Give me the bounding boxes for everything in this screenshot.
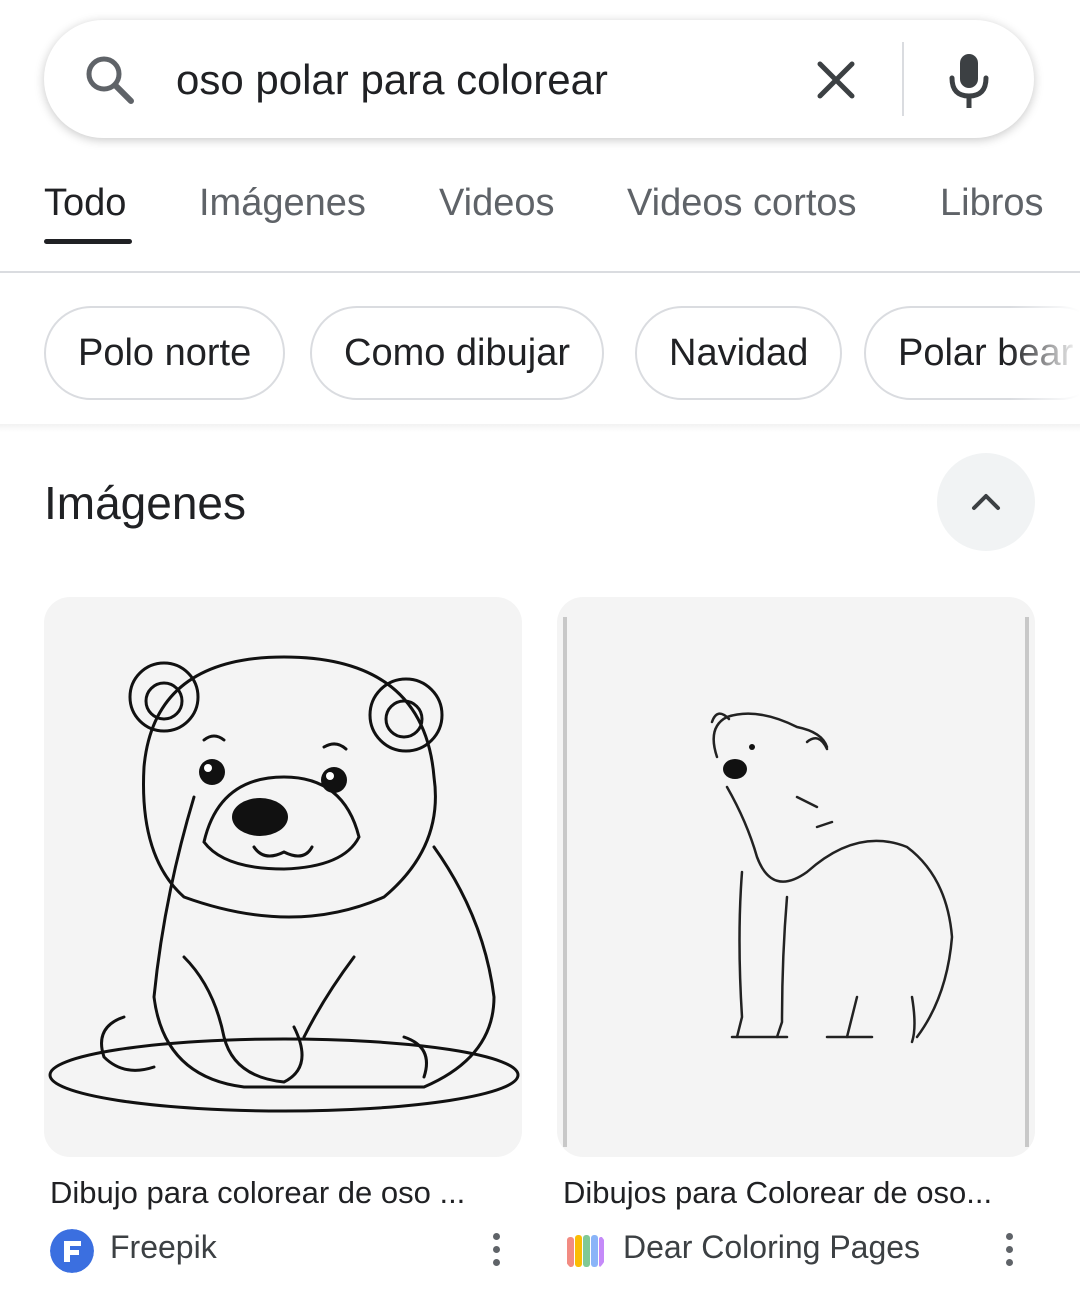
tab-videos[interactable]: Videos — [439, 182, 555, 225]
dear-coloring-pages-logo-icon — [567, 1235, 604, 1267]
chips-fade — [1010, 300, 1080, 406]
tab-imagenes[interactable]: Imágenes — [199, 182, 366, 225]
result-title-2[interactable]: Dibujos para Colorear de oso... — [563, 1175, 1033, 1211]
result-title-1[interactable]: Dibujo para colorear de oso ... — [50, 1175, 520, 1211]
search-input[interactable]: oso polar para colorear — [176, 56, 608, 104]
result-thumbnail-1[interactable] — [44, 597, 522, 1157]
microphone-icon[interactable] — [944, 52, 994, 112]
section-title: Imágenes — [44, 477, 247, 529]
active-tab-indicator — [44, 239, 132, 244]
more-options-icon[interactable] — [1003, 1233, 1015, 1273]
source-name-2: Dear Coloring Pages — [623, 1229, 921, 1265]
more-options-icon[interactable] — [490, 1233, 502, 1273]
search-bar[interactable]: oso polar para colorear — [44, 20, 1034, 138]
freepik-logo-icon — [50, 1229, 94, 1273]
result-thumbnail-2[interactable] — [557, 597, 1035, 1157]
tab-todo[interactable]: Todo — [44, 182, 126, 225]
search-icon[interactable] — [84, 54, 136, 106]
result-source-1[interactable]: Freepik — [50, 1227, 520, 1273]
close-icon[interactable] — [814, 58, 858, 102]
chip-polo-norte[interactable]: Polo norte — [44, 306, 286, 400]
polar-bear-cartoon-image — [48, 655, 520, 1113]
tab-libros[interactable]: Libros — [940, 182, 1044, 225]
chip-navidad[interactable]: Navidad — [635, 306, 843, 400]
chevron-up-icon — [972, 494, 1000, 510]
source-name-1: Freepik — [110, 1229, 217, 1265]
collapse-button[interactable] — [937, 453, 1035, 551]
chip-como-dibujar[interactable]: Como dibujar — [310, 306, 604, 400]
search-divider — [902, 42, 904, 116]
search-tabs: Todo Imágenes Videos Videos cortos Libro… — [0, 160, 1080, 272]
polar-bear-sketch-image — [563, 617, 1029, 1147]
tab-videos-cortos[interactable]: Videos cortos — [627, 182, 857, 225]
chips-shadow — [0, 424, 1080, 432]
result-source-2[interactable]: Dear Coloring Pages — [563, 1227, 1033, 1273]
tabs-divider — [0, 271, 1080, 273]
